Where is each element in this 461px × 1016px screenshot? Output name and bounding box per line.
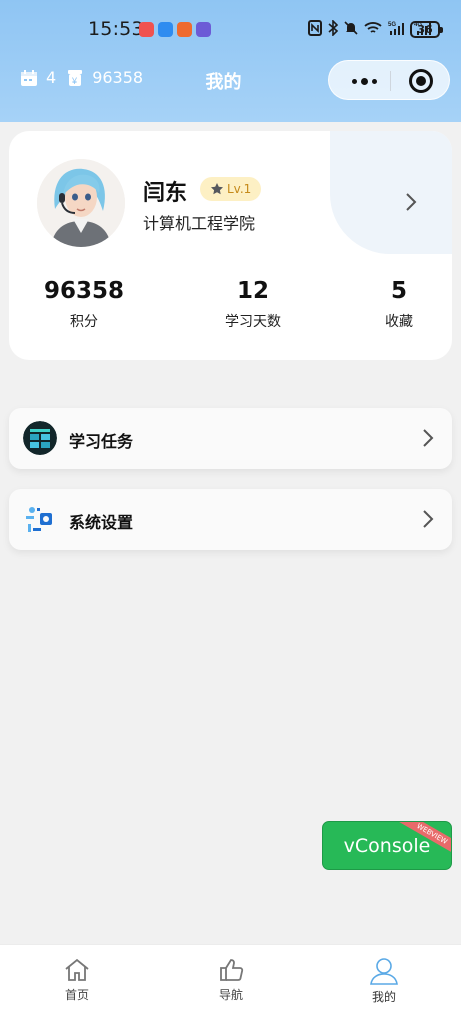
- tab-mine[interactable]: 我的: [344, 945, 424, 1016]
- chevron-right-icon: [423, 429, 434, 447]
- tab-label: 首页: [64, 988, 89, 1002]
- bottom-tab-bar: 首页 导航 我的: [0, 944, 461, 1016]
- tab-home[interactable]: 首页: [37, 945, 117, 1016]
- chevron-right-icon[interactable]: [402, 191, 420, 213]
- nav-bar: 4 ¥ 96358 我的: [0, 58, 461, 102]
- menu-label: 学习任务: [69, 432, 134, 451]
- stats-row: 96358 积分 12 学习天数 5 收藏: [9, 277, 452, 337]
- app-notification-icon: [196, 22, 211, 37]
- stat-value: 12: [236, 278, 269, 304]
- tab-label: 导航: [218, 988, 243, 1002]
- close-miniprogram-button[interactable]: [409, 69, 433, 93]
- tab-navigation[interactable]: 导航: [191, 945, 271, 1016]
- menu-label: 系统设置: [69, 513, 134, 532]
- user-name: 闫东: [143, 181, 188, 206]
- battery-level: 36: [417, 23, 433, 36]
- header: 15:53 5G 4G 36 4 ¥ 96358 我的: [0, 0, 461, 122]
- tab-label: 我的: [371, 990, 396, 1004]
- star-icon: [211, 183, 223, 195]
- stat-label: 学习天数: [225, 314, 281, 330]
- stat-value: 96358: [44, 278, 125, 304]
- battery-indicator: 36: [410, 21, 443, 38]
- person-icon: [370, 958, 398, 985]
- stat-study-days[interactable]: 12 学习天数: [213, 277, 293, 331]
- more-options-button[interactable]: [341, 61, 387, 101]
- stat-points[interactable]: 96358 积分: [44, 277, 124, 331]
- status-time: 15:53: [88, 18, 144, 40]
- notification-icons: [139, 22, 211, 37]
- menu-item-system-settings[interactable]: 系统设置: [9, 489, 452, 550]
- chevron-right-icon: [423, 510, 434, 528]
- card-decoration: [330, 131, 452, 254]
- thumbs-up-icon: [220, 959, 244, 981]
- svg-text:5G: 5G: [388, 22, 396, 28]
- level-text: Lv.1: [227, 182, 252, 196]
- level-badge: Lv.1: [200, 177, 261, 201]
- home-icon: [65, 958, 89, 981]
- avatar[interactable]: [37, 159, 125, 247]
- menu-item-study-tasks[interactable]: 学习任务: [9, 408, 452, 469]
- message-notification-icon: [158, 22, 173, 37]
- profile-card[interactable]: 闫东 Lv.1 计算机工程学院 96358 积分 12 学习天数 5 收藏: [9, 131, 452, 360]
- bluetooth-icon: [328, 20, 338, 36]
- capsule-divider: [390, 71, 391, 91]
- study-task-icon: [23, 421, 57, 455]
- mute-icon: [344, 21, 358, 35]
- vconsole-label: vConsole: [343, 834, 431, 857]
- nfc-icon: [308, 20, 322, 36]
- miniprogram-capsule: [328, 60, 450, 100]
- stat-label: 积分: [70, 314, 98, 330]
- wifi-icon: [364, 22, 382, 33]
- avatar-image: [37, 159, 125, 247]
- app-notification-icon: [139, 22, 154, 37]
- system-settings-icon: [23, 502, 57, 536]
- college-name: 计算机工程学院: [143, 214, 256, 233]
- signal-5g-icon: 5G: [388, 22, 404, 35]
- vconsole-button[interactable]: vConsole WEBVIEW: [322, 821, 452, 870]
- app-notification-icon: [177, 22, 192, 37]
- status-bar: 15:53 5G 4G 36: [0, 12, 461, 48]
- stat-value: 5: [390, 278, 407, 304]
- stat-favorites[interactable]: 5 收藏: [369, 277, 429, 331]
- stat-label: 收藏: [385, 314, 413, 330]
